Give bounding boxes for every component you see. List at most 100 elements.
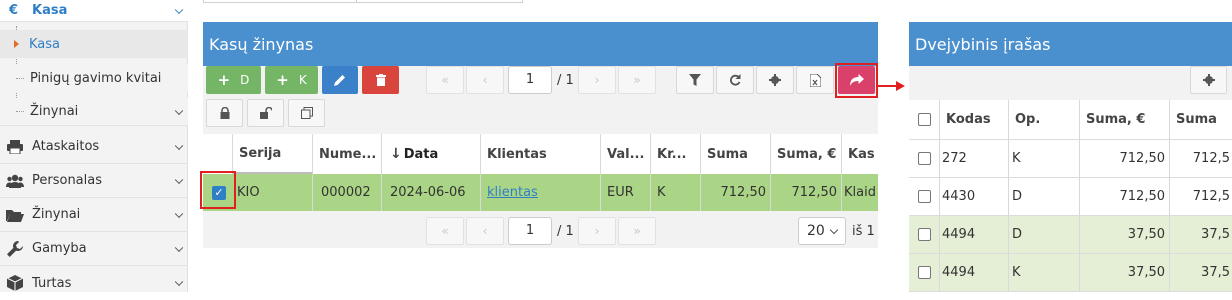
sidebar-item-kasa[interactable]: € Kasa [0, 0, 188, 22]
column-header-suma[interactable]: Suma [1170, 100, 1232, 139]
row-select-cell[interactable] [909, 216, 940, 253]
chevron-down-icon [174, 243, 184, 252]
plus-icon: + [217, 71, 231, 89]
page-total: / 1 [557, 73, 574, 88]
table-row[interactable]: 4430 D 712,50 712,5 [909, 178, 1232, 216]
checkbox[interactable] [918, 266, 931, 279]
next-page-button[interactable]: › [578, 66, 616, 94]
table-row[interactable]: 4494 D 37,50 37,5 [909, 216, 1232, 254]
first-page-button-bottom[interactable]: « [426, 217, 464, 245]
settings-button[interactable] [756, 66, 794, 94]
cell-serija: KIO [233, 174, 313, 211]
column-header-suma-eur[interactable]: Suma, € [771, 134, 842, 174]
filter-icon [689, 74, 701, 86]
column-header-kryptis[interactable]: Kr... [651, 134, 701, 174]
next-page-button-bottom[interactable]: › [578, 217, 616, 245]
row-select-cell[interactable] [909, 178, 940, 215]
users-icon [6, 174, 24, 188]
cell-kodas: 4494 [940, 216, 1009, 253]
edit-button[interactable] [322, 66, 358, 94]
last-page-button[interactable]: » [618, 66, 656, 94]
gear-icon [1202, 74, 1215, 86]
checkbox[interactable] [918, 113, 931, 126]
sidebar-item-zinynai[interactable]: Žinynai [0, 198, 188, 232]
column-header-valiuta[interactable]: Val... [601, 134, 651, 174]
select-all-cell[interactable] [909, 100, 940, 139]
chevron-down-icon [829, 225, 839, 235]
highlight-share-button [835, 63, 878, 98]
cell-kryptis: K [651, 174, 701, 211]
checkbox[interactable] [918, 190, 931, 203]
right-settings-button[interactable] [1190, 66, 1227, 94]
column-header-kodas[interactable]: Kodas [940, 100, 1009, 139]
sidebar-item-personalas[interactable]: Personalas [0, 164, 188, 198]
column-header-klientas[interactable]: Klientas [481, 134, 601, 174]
add-debit-button[interactable]: + D [206, 66, 261, 94]
printer-icon [6, 139, 24, 154]
panel-header-dvejybinis-irasas: Dvejybinis įrašas [909, 22, 1232, 66]
cell-suma: 37,5 [1201, 265, 1230, 280]
chevron-down-icon [174, 106, 184, 115]
column-header-suma-eur[interactable]: Suma, € [1080, 100, 1170, 139]
last-page-button-bottom[interactable]: » [618, 217, 656, 245]
filter-button[interactable] [676, 66, 714, 94]
lock-button[interactable] [206, 99, 243, 127]
page-input[interactable]: 1 [508, 66, 552, 94]
sidebar-subitem-kasa[interactable]: Kasa [0, 30, 188, 58]
refresh-icon [730, 74, 741, 86]
copy-button[interactable] [288, 99, 325, 127]
column-header-kasa[interactable]: Kas [842, 134, 878, 174]
column-header-suma[interactable]: Suma [701, 134, 771, 174]
column-header-op[interactable]: Op. [1009, 100, 1080, 139]
sidebar-item-gamyba[interactable]: Gamyba [0, 232, 188, 266]
column-header-numeris[interactable]: Nume... [313, 134, 382, 174]
table-row[interactable]: 272 K 712,50 712,5 [909, 140, 1232, 178]
filter-input-stub[interactable] [203, 0, 523, 3]
cell-suma-eur: 37,50 [1080, 254, 1170, 291]
panel-header-kasu-zinynas: Kasų žinynas [203, 22, 878, 66]
highlight-arrow-line [878, 85, 898, 87]
right-panel-toolbar [909, 66, 1232, 100]
add-debit-label: D [240, 73, 250, 87]
checkbox[interactable] [918, 228, 931, 241]
sidebar-subitem-zinynai[interactable]: Žinynai [0, 98, 188, 126]
cube-icon [6, 275, 24, 291]
column-header-data[interactable]: ↓ Data [382, 134, 481, 174]
page-input-bottom[interactable]: 1 [508, 217, 552, 245]
gear-icon [769, 74, 781, 86]
export-excel-button[interactable] [796, 66, 834, 94]
page-size-value: 20 [807, 223, 825, 239]
page-total-bottom: / 1 [557, 224, 574, 239]
cell-data: 2024-06-06 [382, 174, 481, 211]
cell-op: D [1009, 178, 1080, 215]
sidebar-item-turtas[interactable]: Turtas [0, 266, 188, 300]
table-row[interactable]: 4494 K 37,50 37,5 [909, 254, 1232, 292]
panel-title: Kasų žinynas [209, 34, 314, 54]
client-link[interactable]: klientas [487, 185, 538, 200]
prev-page-button-bottom[interactable]: ‹ [466, 217, 504, 245]
column-header-serija[interactable]: Serija [233, 134, 313, 174]
euro-icon: € [9, 3, 19, 18]
row-select-cell[interactable] [909, 140, 940, 177]
first-page-button[interactable]: « [426, 66, 464, 94]
cell-suma-eur: 712,50 [1080, 178, 1170, 215]
sidebar-item-ataskaitos[interactable]: Ataskaitos [0, 130, 188, 164]
cell-numeris: 000002 [313, 174, 382, 211]
table-row[interactable]: ✓ KIO 000002 2024-06-06 klientas EUR K 7… [203, 174, 878, 211]
add-credit-button[interactable]: + K [265, 66, 318, 94]
row-select-cell[interactable] [909, 254, 940, 291]
sidebar-item-label: Ataskaitos [32, 139, 100, 154]
cell-suma-eur: 712,50 [771, 174, 842, 211]
sidebar-subitem-pinigu-kvitai[interactable]: Pinigų gavimo kvitai [0, 64, 188, 92]
unlock-button[interactable] [247, 99, 284, 127]
page-size-select[interactable]: 20 [798, 217, 846, 245]
prev-page-button[interactable]: ‹ [466, 66, 504, 94]
refresh-button[interactable] [716, 66, 754, 94]
cell-kasa: Klaid [844, 185, 876, 200]
add-credit-label: K [298, 73, 307, 87]
folder-open-icon [6, 208, 24, 222]
checkbox[interactable] [918, 152, 931, 165]
sort-desc-icon: ↓ [390, 146, 402, 162]
sidebar-subitem-label: Pinigų gavimo kvitai [30, 70, 162, 86]
delete-button[interactable] [362, 66, 399, 94]
